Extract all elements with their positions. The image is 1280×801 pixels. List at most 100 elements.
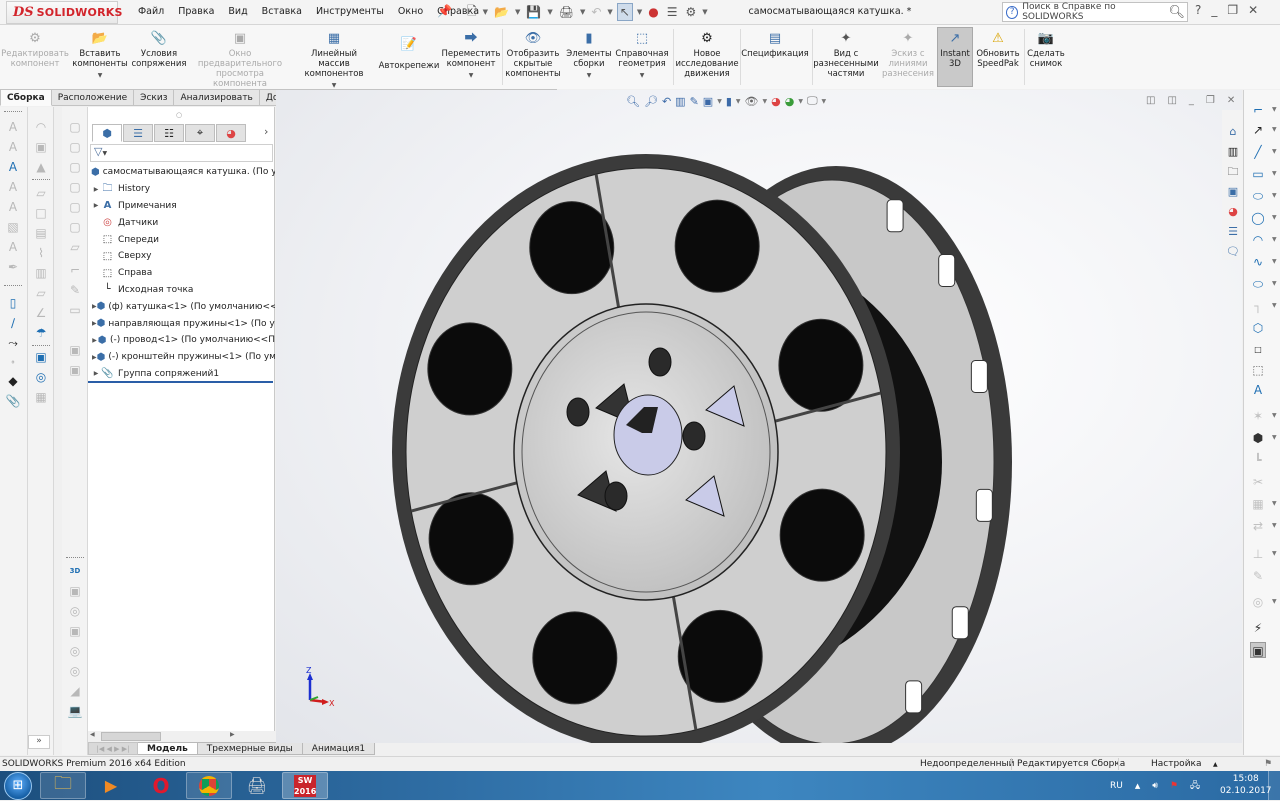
toolbar-grip[interactable] xyxy=(32,345,50,347)
tab-display-manager[interactable]: ◕ xyxy=(216,124,246,142)
display-pane-icon[interactable]: ▭ xyxy=(67,302,83,318)
tree-item-history[interactable]: ▶ 🗀 History xyxy=(88,181,275,198)
update-speedpak-button[interactable]: ⚠ Обновить SpeedPak xyxy=(975,31,1021,69)
3d-model-reel[interactable] xyxy=(276,90,1242,743)
menu-file[interactable]: Файл xyxy=(138,6,164,17)
pin-menu-icon[interactable]: 📌 xyxy=(437,4,452,18)
select-arrow-icon[interactable]: ↖ xyxy=(616,3,633,21)
custom-properties-icon[interactable]: ☰ xyxy=(1225,224,1241,240)
view-top-icon[interactable]: ▢ xyxy=(67,199,83,215)
solidworks-logo[interactable]: DS SOLIDWORKS xyxy=(6,1,122,24)
base-flange-icon[interactable]: □ xyxy=(33,205,49,221)
scroll-left-arrow[interactable]: ◀ xyxy=(90,731,95,738)
rebuild-traffic-light-icon[interactable]: ● xyxy=(646,3,660,21)
tree-item-mates[interactable]: ▶ 📎 Группа сопряжений1 xyxy=(88,366,275,383)
forum-icon[interactable]: 🗨 xyxy=(1225,244,1241,260)
mirror-entities-icon[interactable]: ✶ ▼ xyxy=(1250,408,1277,424)
bend-icon[interactable]: ∠ xyxy=(33,305,49,321)
tree-item-origin[interactable]: └ Исходная точка xyxy=(88,282,275,299)
view-front-icon[interactable]: ▢ xyxy=(67,119,83,135)
chevron-right-icon[interactable]: › xyxy=(264,125,268,138)
point-icon[interactable]: □ xyxy=(1250,342,1266,358)
bom-button[interactable]: ▤ Спецификация xyxy=(741,31,809,59)
exploded-view-button[interactable]: ✦ Вид с разнесенными частями xyxy=(813,31,879,79)
tree-item-component[interactable]: ▶ ⬢ (ф) катушка<1> (По умолчанию<< xyxy=(88,298,275,315)
rectangle-icon[interactable]: ▭ ▼ xyxy=(1250,166,1276,182)
quick-snaps-icon[interactable]: ◎ ▼ xyxy=(1250,594,1277,610)
menu-view[interactable]: Вид xyxy=(228,6,247,17)
slot-icon[interactable]: ⬭ ▼ xyxy=(1250,188,1277,204)
convert-entities-icon[interactable]: ⬢ ▼ xyxy=(1250,430,1277,446)
quick-tips-icon[interactable]: ⚑ xyxy=(1264,759,1272,769)
tab-assembly[interactable]: Сборка xyxy=(0,89,52,106)
mate-controller-icon[interactable]: ☂ xyxy=(33,325,49,341)
reference-geometry-button[interactable]: ⬚ Справочная геометрия ▼ xyxy=(614,31,670,81)
help-menu-icon[interactable]: ? xyxy=(1195,3,1201,17)
tab-model[interactable]: Модель xyxy=(138,742,198,755)
print-icon[interactable]: 🖨 xyxy=(557,3,576,21)
view-right-icon[interactable]: ▢ xyxy=(67,179,83,195)
tree-item-sensors[interactable]: ◎ Датчики xyxy=(88,214,275,231)
language-indicator[interactable]: RU xyxy=(1110,781,1123,791)
scene-icon[interactable]: ◎ xyxy=(67,643,83,659)
stacked-balloon-icon[interactable]: A xyxy=(5,179,21,195)
show-hidden-components-button[interactable]: 👁 Отобразить скрытые компоненты xyxy=(504,31,562,79)
toolbar-grip[interactable] xyxy=(4,111,22,113)
appearance-icon[interactable]: ◎ xyxy=(67,603,83,619)
scroll-right-arrow[interactable]: ▶ xyxy=(230,731,235,738)
tab-feature-manager[interactable]: ⬢ xyxy=(92,124,122,142)
tab-navigation-arrows[interactable]: |◀ ◀ ▶ ▶| xyxy=(88,742,138,755)
geometric-tolerance-icon[interactable]: A xyxy=(5,239,21,255)
component-preview-button[interactable]: ▣ Окно предварительного просмотра компоне… xyxy=(188,31,292,89)
scrollbar-thumb[interactable] xyxy=(101,732,161,741)
clock[interactable]: 15:08 02.10.2017 xyxy=(1220,773,1272,797)
auto-balloon-icon[interactable]: A xyxy=(5,159,21,175)
note-icon[interactable]: A xyxy=(5,119,21,135)
tab-property-manager[interactable]: ☰ xyxy=(123,124,153,142)
configuration-icon[interactable]: ▣ xyxy=(67,362,83,378)
display-relations-icon[interactable]: ⊥ ▼ xyxy=(1250,546,1277,562)
mate-reference-icon[interactable]: 📎 xyxy=(5,393,21,409)
datum-icon[interactable]: A xyxy=(5,199,21,215)
taskbar-opera[interactable]: O xyxy=(138,772,184,799)
view-left-icon[interactable]: ▢ xyxy=(67,159,83,175)
new-motion-study-button[interactable]: ⚙ Новое исследование движения xyxy=(675,31,738,79)
print-dropdown[interactable]: ▼ xyxy=(580,8,585,16)
center-of-mass-icon[interactable]: ◆ xyxy=(5,373,21,389)
explode-line-sketch-button[interactable]: ✦ Эскиз с линиями разнесения xyxy=(880,31,936,79)
open-dropdown[interactable]: ▼ xyxy=(515,8,520,16)
fillet-sketch-icon[interactable]: ┐ ▼ xyxy=(1250,298,1276,314)
solidworks-resources-home-icon[interactable]: ⌂ xyxy=(1225,124,1241,140)
search-icon[interactable]: 🔍︎ xyxy=(1168,5,1185,20)
panel-grip-dot[interactable]: ○ xyxy=(176,111,182,119)
restore-button[interactable]: ❐ xyxy=(1227,3,1238,17)
menu-tools[interactable]: Инструменты xyxy=(316,6,384,17)
rapid-sketch-icon[interactable]: ⚡ xyxy=(1250,620,1266,636)
tab-evaluate[interactable]: Анализировать xyxy=(174,89,260,106)
section-view-icon[interactable]: ◎ xyxy=(33,369,49,385)
polygon-icon[interactable]: ⬡ xyxy=(1250,320,1266,336)
light-icon[interactable]: ◎ xyxy=(67,663,83,679)
coordinate-system-icon[interactable]: ⤳ xyxy=(5,335,21,351)
tree-horizontal-scrollbar[interactable]: ◀ ▶ xyxy=(88,731,275,742)
shell-icon[interactable]: ▣ xyxy=(33,139,49,155)
text-icon[interactable]: A xyxy=(1250,382,1266,398)
save-icon[interactable]: 💾 xyxy=(524,3,543,21)
tree-item-annotations[interactable]: ▶ A Примечания xyxy=(88,198,275,215)
take-snapshot-button[interactable]: 📷 Сделать снимок xyxy=(1025,31,1067,69)
undo-icon[interactable]: ↶ xyxy=(589,3,603,21)
smart-dimension-icon[interactable]: ↗ ▼ xyxy=(1250,122,1277,138)
view-back-icon[interactable]: ▢ xyxy=(67,139,83,155)
menu-window[interactable]: Окно xyxy=(398,6,423,17)
tree-filter[interactable]: ▽▼ xyxy=(90,144,273,162)
start-button[interactable]: ⊞ xyxy=(4,772,32,800)
help-search-input[interactable]: Поиск в Справке по SOLIDWORKS xyxy=(1022,2,1168,22)
mate-button[interactable]: 📎 Условия сопряжения xyxy=(131,31,186,69)
network-icon[interactable]: 🖧 xyxy=(1190,778,1200,794)
spline-icon[interactable]: ∿ ▼ xyxy=(1250,254,1277,270)
toolbar-grip[interactable] xyxy=(32,179,50,181)
offset-entities-icon[interactable]: ┗ xyxy=(1250,452,1266,468)
instant3d-button[interactable]: ↗ Instant 3D xyxy=(937,31,973,69)
sketch-icon[interactable]: ⌐ ▼ xyxy=(1250,102,1277,118)
line-icon[interactable]: ╱ ▼ xyxy=(1250,144,1276,160)
